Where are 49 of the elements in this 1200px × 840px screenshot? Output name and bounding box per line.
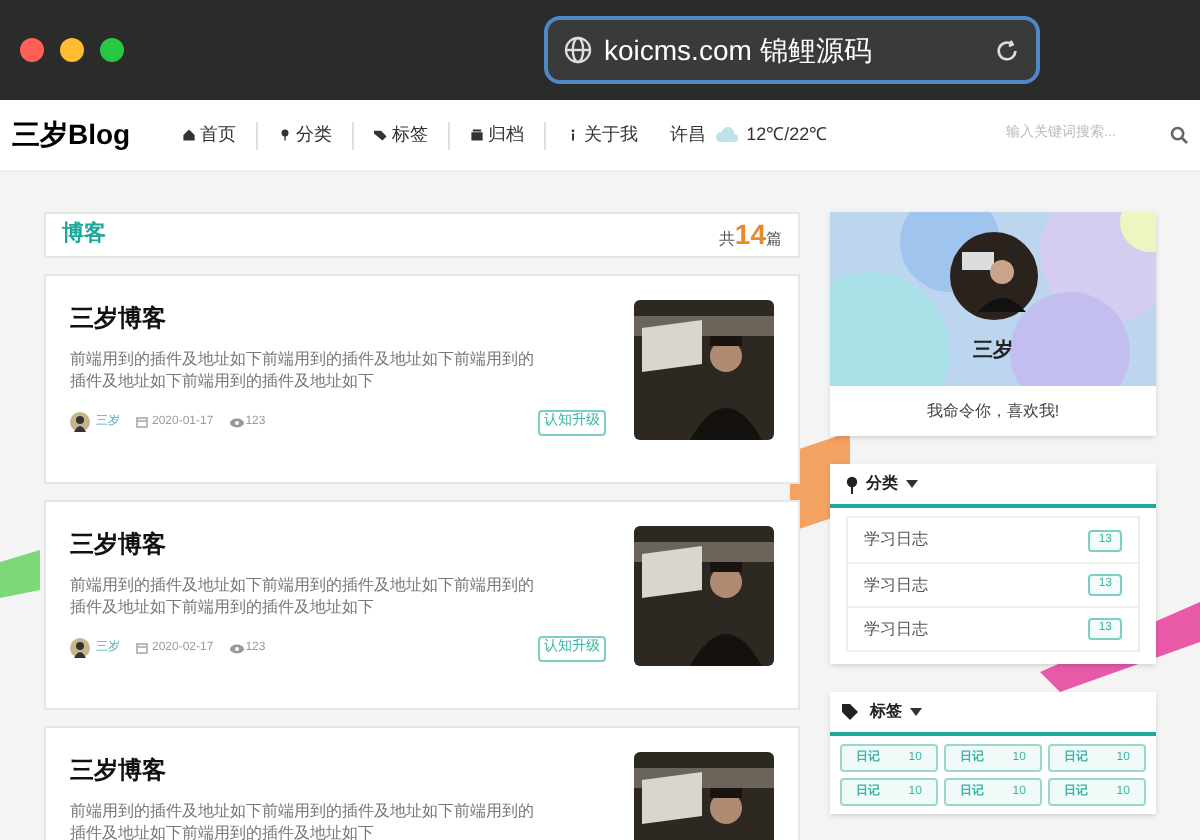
- calendar-icon: [136, 416, 148, 429]
- pin-icon: [278, 128, 293, 142]
- archive-icon: [470, 128, 485, 142]
- ribbon-drawing: [0, 550, 40, 598]
- avatar: [70, 638, 90, 659]
- post-excerpt: 前端用到的插件及地址如下前端用到的插件及地址如下前端用到的插件及地址如下前端用到的插件及地址如下: [70, 574, 536, 618]
- post-count: 共14篇: [718, 216, 782, 254]
- nav-link[interactable]: 分类: [278, 121, 333, 149]
- post-title[interactable]: 三岁博客: [70, 300, 606, 336]
- search-icon[interactable]: [1170, 126, 1188, 144]
- card-title: 标签: [870, 700, 902, 724]
- weather-temp: 12℃/22℃: [746, 121, 828, 148]
- minimize-icon[interactable]: [60, 38, 84, 62]
- avatar: [70, 412, 90, 433]
- globe-icon: [564, 36, 592, 64]
- site-logo[interactable]: 三岁Blog: [12, 114, 131, 156]
- reload-icon[interactable]: [994, 37, 1020, 63]
- tag-icon: [842, 704, 862, 720]
- caret-icon[interactable]: [910, 708, 922, 716]
- category-name: 学习日志: [864, 617, 928, 641]
- card-title: 分类: [866, 472, 898, 496]
- section-title: 博客: [62, 219, 106, 251]
- post-excerpt: 前端用到的插件及地址如下前端用到的插件及地址如下前端用到的插件及地址如下前端用到的插件及地址如下: [70, 348, 536, 392]
- profile-name: 三岁: [971, 337, 1015, 366]
- home-icon: [182, 128, 197, 142]
- weather-city: 许昌: [670, 121, 707, 148]
- nav-link[interactable]: 关于我: [566, 121, 639, 149]
- post-card[interactable]: 三岁博客 前端用到的插件及地址如下前端用到的插件及地址如下前端用到的插件及地址如下前端用到的插件及地址如下: [44, 726, 800, 840]
- nav-link[interactable]: 标签: [374, 121, 429, 149]
- post-title[interactable]: 三岁博客: [70, 526, 606, 562]
- address-bar[interactable]: koicms.com 锦鲤源码: [544, 16, 1040, 84]
- calendar-icon: [136, 642, 148, 655]
- caret-icon[interactable]: [906, 480, 918, 488]
- tag-icon: [374, 128, 389, 142]
- post-title[interactable]: 三岁博客: [70, 752, 606, 788]
- category-name: 学习日志: [864, 573, 928, 597]
- nav-link[interactable]: 首页: [182, 121, 237, 149]
- eye-icon: [229, 417, 244, 428]
- post-excerpt: 前端用到的插件及地址如下前端用到的插件及地址如下前端用到的插件及地址如下前端用到的插件及地址如下: [70, 800, 536, 840]
- avatar: [950, 232, 1038, 320]
- eye-icon: [229, 643, 244, 654]
- pin-icon: [846, 475, 858, 493]
- cloud-icon: [714, 126, 739, 144]
- profile-motto: 我命令你，喜欢我!: [924, 399, 1062, 423]
- close-icon[interactable]: [20, 38, 44, 62]
- maximize-icon[interactable]: [100, 38, 124, 62]
- category-name: 学习日志: [864, 528, 928, 552]
- nav-link[interactable]: 归档: [470, 121, 525, 149]
- url-text: koicms.com 锦鲤源码: [604, 31, 874, 69]
